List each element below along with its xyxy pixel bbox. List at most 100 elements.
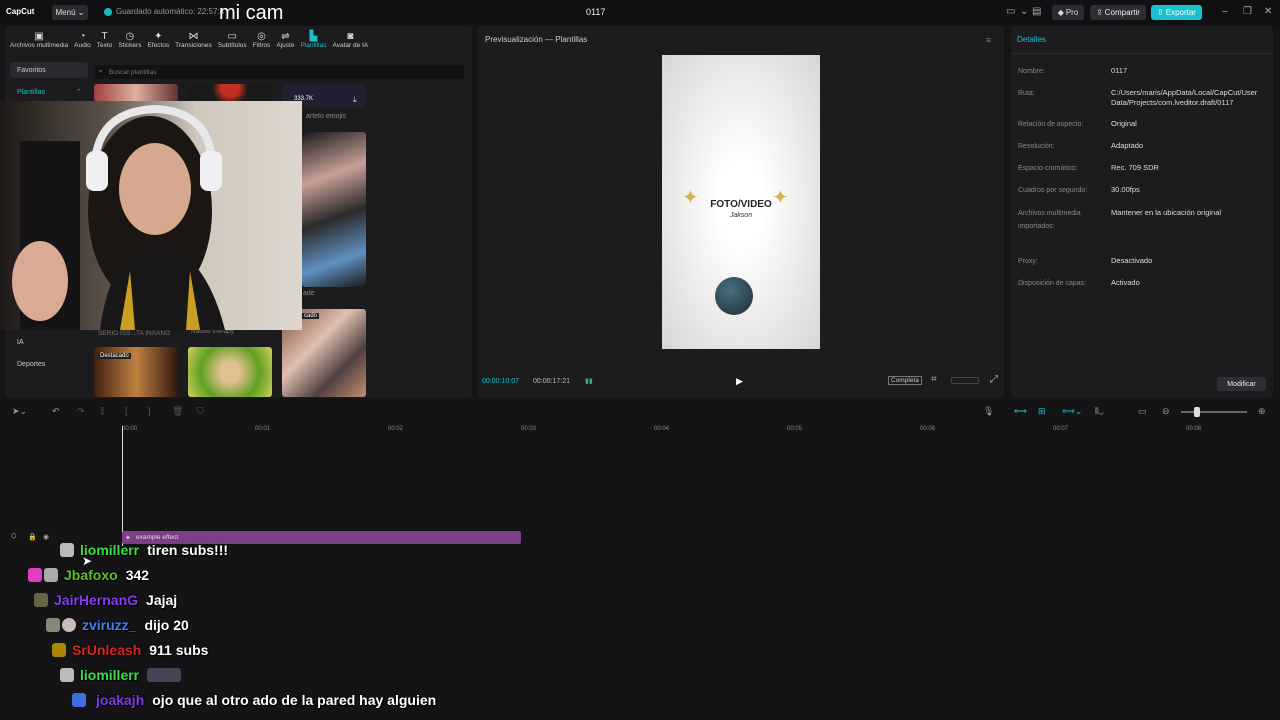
undo-icon[interactable]: ↶ <box>52 406 60 417</box>
adjust-icon: ⇌ <box>281 31 290 42</box>
chat-username: joakajh <box>96 692 145 708</box>
delete-icon[interactable]: 🗑 <box>172 406 183 417</box>
template-name: SERIO ISS...TA INSANO <box>98 330 171 337</box>
sidebar-item-favorites[interactable]: Favoritos <box>10 62 88 78</box>
chat-text: tiren subs!!! <box>147 542 229 558</box>
sidebar-item-label: IA <box>17 338 24 346</box>
tab-filters[interactable]: ◎ Filtros <box>250 26 274 54</box>
fullscreen-icon[interactable]: ⤢ <box>990 374 998 385</box>
tab-templates[interactable]: ▙ Plantillas <box>297 26 329 54</box>
user-badge-icon <box>60 543 74 557</box>
preview-axis-icon[interactable]: ⫴⌄ <box>1095 406 1104 417</box>
split-icon[interactable]: ⫿ <box>101 406 104 417</box>
chat-text: Jajaj <box>146 592 178 608</box>
ruler-tick: 00:05 <box>787 426 803 432</box>
zoom-in-icon[interactable]: ⊕ <box>1258 406 1266 417</box>
crop-icon[interactable]: ⌗ <box>931 374 937 385</box>
details-panel: Detalles Nombre: 0117 Ruta: C:/Users/mar… <box>1011 26 1273 398</box>
aspect-ratio-button[interactable]: Completa <box>888 376 922 385</box>
shield-icon[interactable]: ⛉ <box>197 406 204 417</box>
user-badge-icon <box>52 643 66 657</box>
tab-subtitles[interactable]: ▭ Subtítulos <box>215 26 250 54</box>
detail-label: Archivos multimedia importados: <box>1018 210 1081 230</box>
tab-stickers[interactable]: ◷ Stickers <box>115 26 144 54</box>
ruler-tick: 00:04 <box>654 426 670 432</box>
chat-username: Jbafoxo <box>64 567 118 583</box>
split-right-icon[interactable]: ] <box>148 406 151 416</box>
tab-transitions[interactable]: ⋈ Transiciones <box>172 26 215 54</box>
tab-label: Avatar de IA <box>332 42 369 49</box>
user-badge-icon <box>46 618 60 632</box>
auto-snap-icon[interactable]: ⟺⌄ <box>1062 406 1082 417</box>
template-card[interactable] <box>188 347 272 397</box>
tab-ai-avatar[interactable]: ◙ Avatar de IA <box>329 26 371 54</box>
media-icon: ▣ <box>34 31 44 42</box>
chat-message: joakajh ojo que al otro ado de la pared … <box>72 689 436 711</box>
chat-message: JairHernanG Jajaj <box>34 589 177 611</box>
magnet-icon[interactable]: ⊞ <box>1038 406 1046 417</box>
chat-username: JairHernanG <box>54 592 139 608</box>
zoom-out-icon[interactable]: ⊖ <box>1162 406 1170 417</box>
sidebar-item-templates[interactable]: Plantillas ⌃ <box>10 84 88 100</box>
play-icon[interactable]: ▶ <box>736 376 743 387</box>
tab-adjust[interactable]: ⇌ Ajuste <box>273 26 297 54</box>
menu-button[interactable]: Menú ⌄ <box>52 5 88 20</box>
quality-toggle[interactable] <box>951 377 979 384</box>
mouse-cursor-icon: ➤ <box>82 554 93 568</box>
menu-icon[interactable]: ≡ <box>986 35 991 45</box>
select-tool-icon[interactable]: ➤⌄ <box>12 406 27 417</box>
chat-message: liomillerr <box>60 664 182 686</box>
detail-label: Ruta: <box>1018 90 1035 97</box>
caption-icon[interactable]: ▭ <box>1138 406 1147 417</box>
chat-message: SrUnleash 911 subs <box>52 639 208 661</box>
detail-label: Nombre: <box>1018 68 1045 75</box>
preview-canvas[interactable]: ✦ ✦ FOTO/VIDEO Jakson <box>662 55 820 349</box>
template-card[interactable] <box>302 132 366 287</box>
sidebar-item-ai[interactable]: IA <box>10 334 88 350</box>
chevron-up-icon: ⌃ <box>76 89 82 96</box>
split-left-icon[interactable]: [ <box>125 406 128 416</box>
microphone-icon[interactable]: 🎙 <box>983 406 994 417</box>
detail-label: Disposición de capas: <box>1018 280 1087 287</box>
search-input[interactable]: ⌕ Buscar plantillas <box>95 65 464 79</box>
ruler-tick: 00:00 <box>122 426 138 432</box>
restore-icon[interactable]: ❐ <box>1243 6 1252 17</box>
download-icon[interactable]: ⤓ <box>353 95 357 105</box>
app-logo: CapCut <box>6 7 35 16</box>
template-card[interactable]: Destacado <box>94 347 178 397</box>
sidebar-item-sports[interactable]: Deportes <box>10 356 88 372</box>
link-icon[interactable]: ⟷ <box>1014 406 1027 417</box>
close-icon[interactable]: ✕ <box>1264 6 1272 17</box>
share-button[interactable]: ⇪ Compartir <box>1090 5 1146 20</box>
tab-effects[interactable]: ✦ Efectos <box>144 26 172 54</box>
template-card[interactable] <box>188 84 272 102</box>
current-time: 00:00:10:07 <box>482 378 519 385</box>
redo-icon[interactable]: ↷ <box>77 406 85 417</box>
tab-label: Audio <box>74 42 91 49</box>
modify-button[interactable]: Modificar <box>1217 377 1266 391</box>
zoom-slider[interactable] <box>1181 411 1247 413</box>
template-card[interactable] <box>94 84 178 102</box>
tab-audio[interactable]: ◔ Audio <box>71 26 94 54</box>
stream-overlay-label: mi cam <box>219 2 284 24</box>
layout-toggle-icon[interactable]: ⌄ <box>1020 6 1028 17</box>
zoom-knob[interactable] <box>1194 407 1200 417</box>
playhead[interactable] <box>122 426 123 546</box>
tab-text[interactable]: T Texto <box>94 26 116 54</box>
keyboard-icon[interactable]: ▤ <box>1032 6 1041 17</box>
tab-media[interactable]: ▣ Archivos multimedia <box>7 26 71 54</box>
detail-value: Adaptado <box>1111 141 1144 150</box>
search-icon: ⌕ <box>99 68 103 75</box>
pro-button[interactable]: ◆ Pro <box>1052 5 1084 20</box>
export-label: Exportar <box>1165 8 1196 17</box>
tab-label: Ajuste <box>276 42 295 49</box>
tab-label: Efectos <box>147 42 170 49</box>
export-button[interactable]: ⇧ Exportar <box>1151 5 1202 20</box>
chat-username: zviruzz_ <box>82 617 137 633</box>
template-categories: Favoritos Plantillas ⌃ <box>10 62 88 106</box>
minimize-icon[interactable]: – <box>1222 6 1228 17</box>
time-ruler[interactable]: 00:00 00:01 00:02 00:03 00:04 00:05 00:0… <box>118 424 1280 436</box>
chat-username: liomillerr <box>80 667 140 683</box>
layout-icon[interactable]: ▭ <box>1006 6 1015 17</box>
featured-badge: Destacado <box>98 353 131 359</box>
